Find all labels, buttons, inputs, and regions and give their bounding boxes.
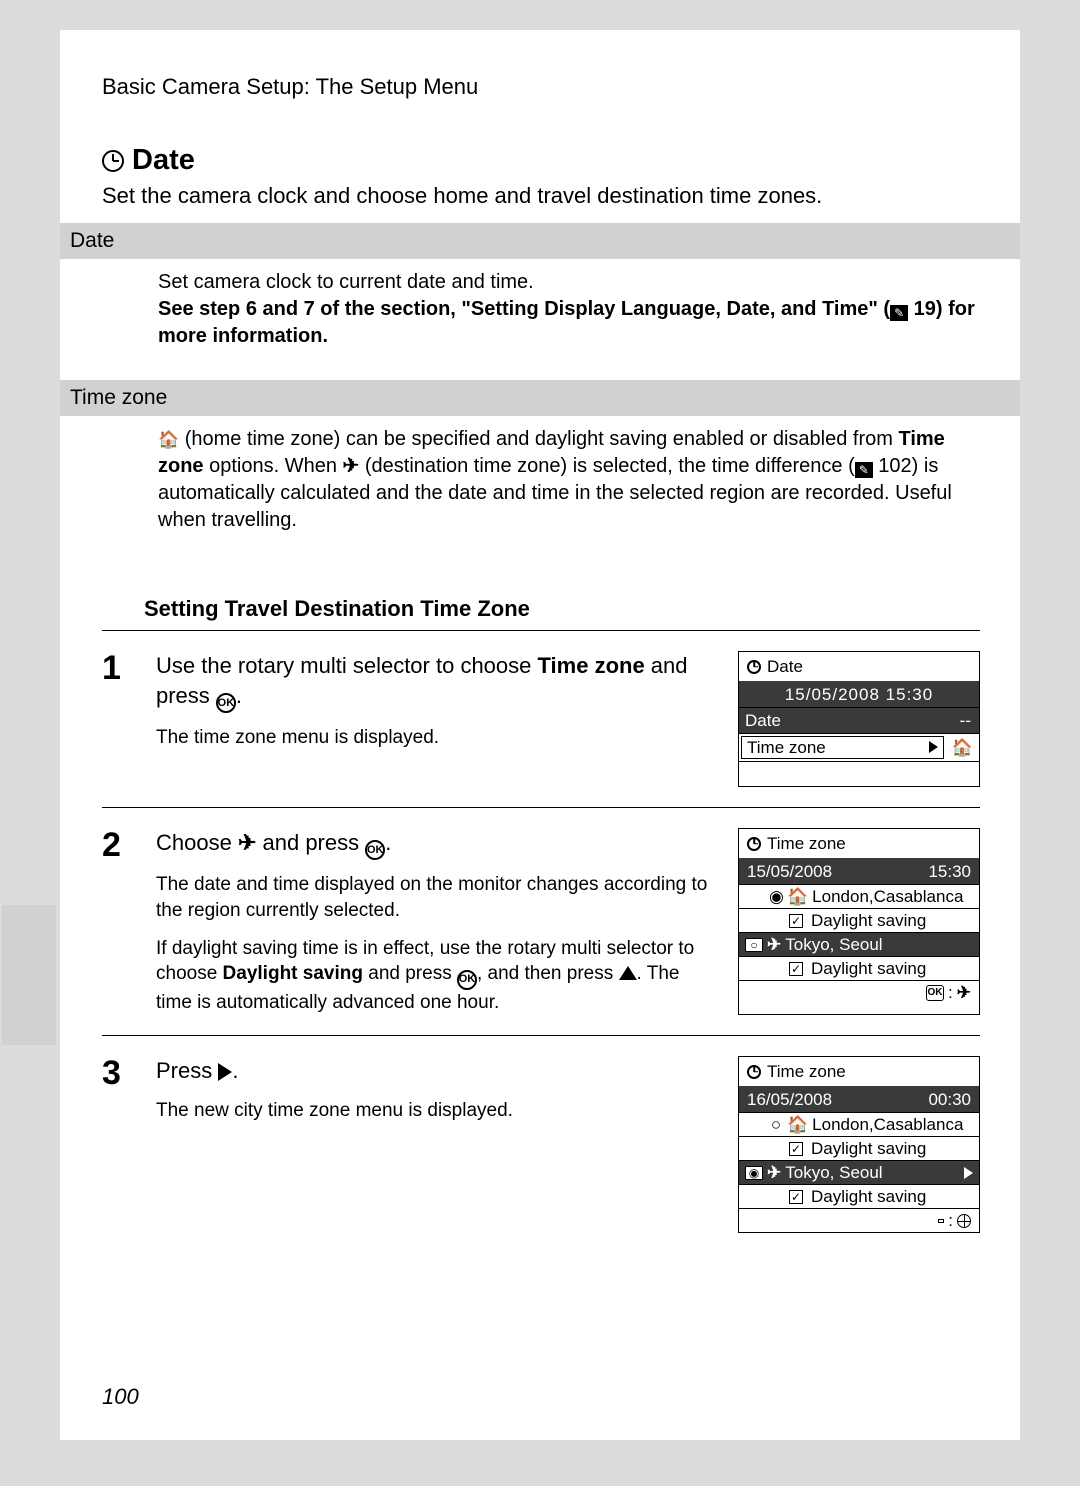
ok-icon: OK	[365, 840, 385, 860]
radio-off-icon: ○	[745, 938, 763, 952]
checkbox-icon: ✓	[789, 1142, 803, 1156]
book-ref-icon: ✎	[855, 462, 873, 478]
table-body-date: Set camera clock to current date and tim…	[60, 259, 1020, 366]
step-sub: The new city time zone menu is displayed…	[156, 1098, 720, 1124]
lcd-row-ds2: ✓Daylight saving	[739, 1185, 979, 1209]
plane-icon: ✈	[343, 455, 360, 477]
home-icon: 🏠	[946, 739, 979, 756]
step-3: 3 Press . The new city time zone menu is…	[102, 1036, 980, 1253]
step-number: 1	[102, 651, 138, 787]
date-line2: See step 6 and 7 of the section, "Settin…	[158, 296, 978, 350]
lcd-step1: Date 15/05/2008 15:30 Date -- Time zone …	[738, 651, 980, 787]
date-line1: Set camera clock to current date and tim…	[158, 269, 978, 296]
page-title: Date	[60, 100, 1020, 177]
title-text: Date	[132, 144, 195, 177]
globe-icon	[957, 1214, 971, 1228]
intro-text: Set the camera clock and choose home and…	[60, 177, 1020, 209]
lcd-row-timezone: Time zone 🏠	[739, 734, 979, 762]
checkbox-icon: ✓	[789, 914, 803, 928]
right-arrow-icon	[218, 1063, 232, 1081]
step-1: 1 Use the rotary multi selector to choos…	[102, 631, 980, 808]
side-tab	[2, 905, 56, 1045]
lcd-datetime: 16/05/200800:30	[739, 1086, 979, 1113]
step-sub: If daylight saving time is in effect, us…	[156, 936, 720, 1016]
step-title: Use the rotary multi selector to choose …	[156, 651, 720, 713]
step-sub: The time zone menu is displayed.	[156, 725, 720, 751]
ok-icon: OK	[216, 693, 236, 713]
lcd-row-date: Date --	[739, 708, 979, 734]
breadcrumb: Basic Camera Setup: The Setup Menu	[60, 30, 1020, 100]
chevron-right-icon	[964, 1167, 973, 1179]
page: Basic Camera Setup: The Setup Menu Date …	[60, 30, 1020, 1440]
step-2: 2 Choose ✈ and press OK. The date and ti…	[102, 808, 980, 1036]
lcd-datetime: 15/05/200815:30	[739, 858, 979, 885]
lcd-datetime: 15/05/2008 15:30	[739, 681, 979, 708]
right-arrow-icon	[938, 1219, 944, 1223]
clock-icon	[102, 150, 124, 172]
lcd-row-home: ◉ 🏠London,Casablanca	[739, 885, 979, 909]
plane-icon: ✈	[767, 1164, 781, 1181]
section-heading: Setting Travel Destination Time Zone	[102, 550, 980, 631]
step-title: Press .	[156, 1056, 720, 1086]
book-ref-icon: ✎	[890, 305, 908, 321]
lcd-footer: OK:✈	[739, 981, 979, 1004]
clock-icon	[747, 837, 761, 851]
step-number: 3	[102, 1056, 138, 1233]
ok-icon: OK	[926, 985, 944, 1001]
plane-icon: ✈	[238, 830, 256, 855]
step-text: Choose ✈ and press OK. The date and time…	[156, 828, 720, 1015]
plane-icon: ✈	[957, 984, 971, 1001]
table-body-timezone: 🏠 (home time zone) can be specified and …	[60, 416, 1020, 550]
lcd-step3: Time zone 16/05/200800:30 ○ 🏠London,Casa…	[738, 1056, 980, 1233]
lcd-step2: Time zone 15/05/200815:30 ◉ 🏠London,Casa…	[738, 828, 980, 1015]
table-head-date: Date	[60, 223, 1020, 259]
step-title: Choose ✈ and press OK.	[156, 828, 720, 860]
lcd-row-dest: ◉✈Tokyo, Seoul	[739, 1161, 979, 1185]
step-text: Use the rotary multi selector to choose …	[156, 651, 720, 787]
clock-icon	[747, 660, 761, 674]
checkbox-icon: ✓	[789, 1190, 803, 1204]
lcd-footer: :	[739, 1209, 979, 1232]
lcd-row-ds2: ✓Daylight saving	[739, 957, 979, 981]
chevron-right-icon	[929, 739, 938, 756]
step-sub: The date and time displayed on the monit…	[156, 872, 720, 923]
table-head-timezone: Time zone	[60, 380, 1020, 416]
radio-off-icon: ○	[769, 1116, 783, 1133]
up-arrow-icon	[619, 966, 637, 980]
step-text: Press . The new city time zone menu is d…	[156, 1056, 720, 1233]
lcd-row-ds1: ✓Daylight saving	[739, 1137, 979, 1161]
lcd-row-ds1: ✓Daylight saving	[739, 909, 979, 933]
ok-icon: OK	[457, 970, 477, 990]
home-icon: 🏠	[787, 888, 808, 905]
lcd-row-home: ○ 🏠London,Casablanca	[739, 1113, 979, 1137]
home-icon: 🏠	[158, 430, 179, 449]
radio-on-icon: ◉	[745, 1166, 763, 1180]
step-number: 2	[102, 828, 138, 1015]
checkbox-icon: ✓	[789, 962, 803, 976]
clock-icon	[747, 1065, 761, 1079]
steps: 1 Use the rotary multi selector to choos…	[60, 631, 1020, 1253]
plane-icon: ✈	[767, 936, 781, 953]
page-number: 100	[102, 1384, 139, 1410]
radio-on-icon: ◉	[769, 888, 783, 905]
home-icon: 🏠	[787, 1116, 808, 1133]
lcd-row-dest: ○✈Tokyo, Seoul	[739, 933, 979, 957]
